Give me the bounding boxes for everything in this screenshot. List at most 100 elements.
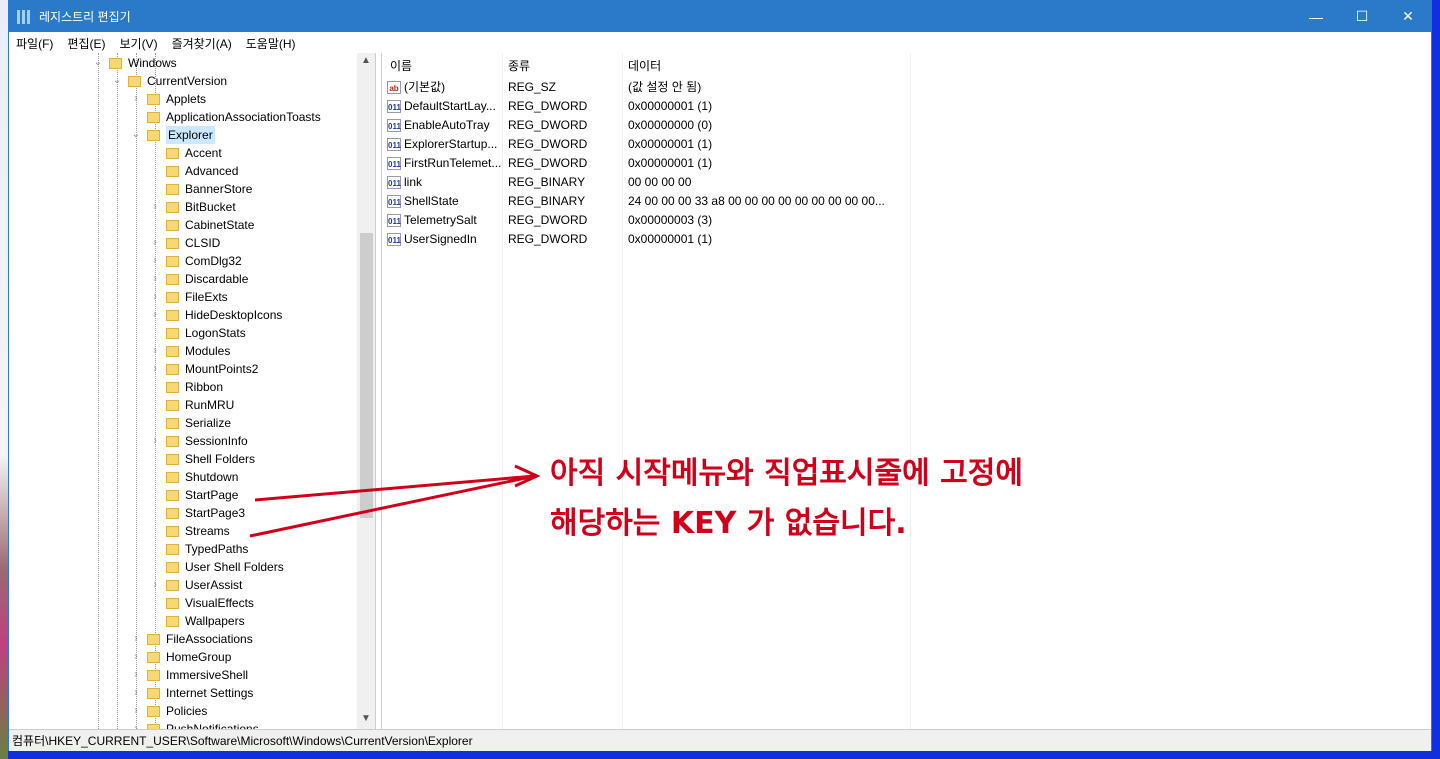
folder-icon [128,75,141,87]
value-row[interactable]: 011 TelemetrySalt [387,211,477,230]
tree-node[interactable]: › SessionInfo [148,432,247,450]
tree-node[interactable]: Serialize [148,414,231,432]
folder-icon [166,165,179,177]
value-data: 0x00000000 (0) [628,118,713,132]
scroll-up-icon[interactable]: ▲ [357,55,375,66]
tree-node[interactable]: › HomeGroup [129,648,231,666]
chevron-down-icon[interactable]: ⌄ [129,126,143,144]
tree-node[interactable]: › HideDesktopIcons [148,306,282,324]
tree-node[interactable]: RunMRU [148,396,234,414]
chevron-right-icon[interactable]: › [129,630,143,648]
tree-node-label: MountPoints2 [185,362,259,376]
menu-edit[interactable]: 편집(E) [60,35,112,52]
chevron-right-icon[interactable]: › [148,576,162,594]
binary-value-icon: 011 [387,138,401,152]
folder-icon [147,129,160,141]
header-type[interactable]: 종류 [508,57,530,74]
close-button[interactable]: ✕ [1385,1,1431,32]
column-divider [502,53,503,729]
header-data[interactable]: 데이터 [628,57,661,74]
tree-node[interactable]: ⌄ Explorer [129,126,215,144]
tree-node[interactable]: Shell Folders [148,450,255,468]
tree-node[interactable]: LogonStats [148,324,246,342]
chevron-right-icon[interactable]: › [129,702,143,720]
value-row[interactable]: 011 EnableAutoTray [387,116,490,135]
chevron-right-icon[interactable]: › [129,648,143,666]
chevron-right-icon[interactable]: › [129,666,143,684]
tree-node[interactable]: › CLSID [148,234,220,252]
chevron-right-icon[interactable]: › [129,684,143,702]
value-type: REG_DWORD [508,118,588,132]
tree-node[interactable]: › BitBucket [148,198,235,216]
tree-node[interactable]: CabinetState [148,216,254,234]
tree-scrollbar-thumb[interactable] [360,233,373,518]
chevron-right-icon[interactable]: › [148,270,162,288]
menu-file[interactable]: 파일(F) [9,35,60,52]
folder-icon [166,291,179,303]
tree-node[interactable]: ⌄ CurrentVersion [110,72,227,90]
menu-view[interactable]: 보기(V) [112,35,164,52]
tree-node[interactable]: VisualEffects [148,594,254,612]
chevron-right-icon[interactable]: › [148,234,162,252]
maximize-button[interactable]: ☐ [1339,1,1385,32]
value-row[interactable]: 011 ShellState [387,192,459,211]
folder-icon [109,57,122,69]
chevron-right-icon[interactable]: › [148,342,162,360]
menu-favorites[interactable]: 즐겨찾기(A) [165,35,239,52]
tree-node[interactable]: Ribbon [148,378,223,396]
tree-node[interactable]: › PushNotifications [129,720,259,729]
value-row[interactable]: 011 ExplorerStartup... [387,135,497,154]
chevron-down-icon[interactable]: ⌄ [91,54,105,72]
chevron-right-icon[interactable]: › [148,198,162,216]
tree-node[interactable]: › Applets [129,90,206,108]
value-type: REG_SZ [508,80,557,94]
tree-node[interactable]: StartPage [148,486,238,504]
tree-node[interactable]: › MountPoints2 [148,360,258,378]
chevron-right-icon[interactable]: › [148,252,162,270]
tree-node[interactable]: › ImmersiveShell [129,666,248,684]
tree-node[interactable]: TypedPaths [148,540,248,558]
chevron-right-icon[interactable]: › [148,306,162,324]
tree-node-label: UserAssist [185,578,243,592]
tree-node-label: Explorer [166,126,215,144]
menu-help[interactable]: 도움말(H) [239,35,303,52]
chevron-right-icon[interactable]: › [148,288,162,306]
chevron-right-icon[interactable]: › [148,360,162,378]
tree-node[interactable]: User Shell Folders [148,558,284,576]
tree-node[interactable]: Streams [148,522,230,540]
scroll-down-icon[interactable]: ▼ [357,713,375,724]
tree-node[interactable]: Accent [148,144,222,162]
value-row[interactable]: ab (기본값) [387,78,445,97]
folder-icon [166,273,179,285]
tree-node[interactable]: › Policies [129,702,207,720]
header-name[interactable]: 이름 [390,57,412,74]
tree-node[interactable]: ⌄ Windows [91,54,177,72]
value-row[interactable]: 011 link [387,173,422,192]
tree-node[interactable]: › UserAssist [148,576,242,594]
tree-node[interactable]: › FileExts [148,288,227,306]
tree-node[interactable]: BannerStore [148,180,252,198]
chevron-right-icon[interactable]: › [129,720,143,729]
value-row[interactable]: 011 DefaultStartLay... [387,97,496,116]
tree-node[interactable]: Wallpapers [148,612,245,630]
value-row[interactable]: 011 UserSignedIn [387,230,477,249]
value-name: FirstRunTelemet... [404,156,502,170]
tree-node[interactable]: › Internet Settings [129,684,253,702]
chevron-right-icon[interactable]: › [148,432,162,450]
tree-node[interactable]: › Discardable [148,270,248,288]
value-row[interactable]: 011 FirstRunTelemet... [387,154,501,173]
tree-node[interactable]: Shutdown [148,468,238,486]
tree-node[interactable]: Advanced [148,162,238,180]
tree-node[interactable]: › FileAssociations [129,630,252,648]
chevron-down-icon[interactable]: ⌄ [110,72,124,90]
chevron-right-icon[interactable]: › [129,90,143,108]
tree-node[interactable]: › ComDlg32 [148,252,241,270]
tree-node-label: LogonStats [185,326,246,340]
value-name: UserSignedIn [404,232,477,246]
value-data: 0x00000001 (1) [628,232,713,246]
tree-node-label: BannerStore [185,182,253,196]
tree-node[interactable]: StartPage3 [148,504,245,522]
tree-node[interactable]: ApplicationAssociationToasts [129,108,321,126]
tree-node[interactable]: › Modules [148,342,230,360]
minimize-button[interactable]: — [1293,1,1339,32]
